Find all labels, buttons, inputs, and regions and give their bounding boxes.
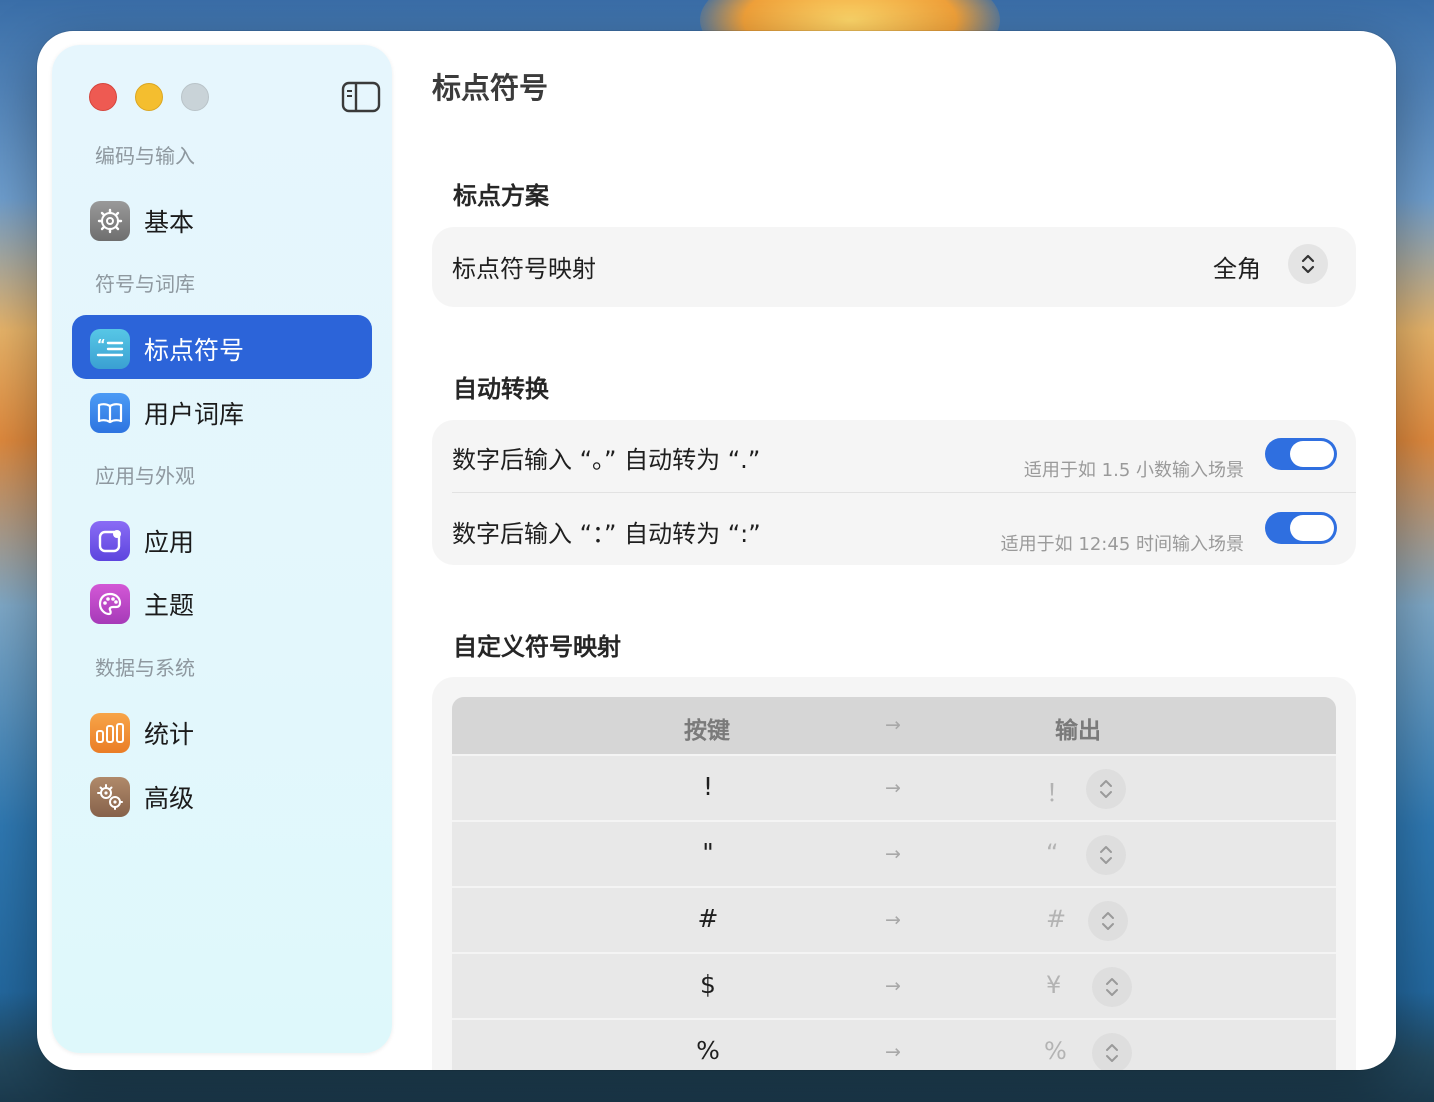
page-title: 标点符号 [432,71,549,105]
mapping-output[interactable]: ！ [1046,773,1070,808]
table-row: " → “ [452,820,1336,886]
chevron-up-down-icon[interactable] [1092,1033,1132,1070]
chevron-up-down-icon[interactable] [1086,769,1126,809]
sidebar-item-label: 应用 [144,528,195,557]
table-row: # → # [452,886,1336,952]
chevron-up-down-icon[interactable] [1092,967,1132,1007]
auto-colon-hint: 适用于如 12:45 时间输入场景 [1000,534,1244,555]
gear-icon [90,201,130,241]
table-header: 按键 → 输出 [452,697,1336,754]
mapping-output[interactable]: “ [1046,839,1058,867]
arrow-icon: → [885,777,901,799]
arrow-icon: → [885,714,901,736]
divider [452,492,1356,493]
chevron-up-down-icon[interactable] [1088,901,1128,941]
settings-window: 编码与输入 基本 符号与词库 “ 标点符号 用户词库 应用与外观 应用 主题 数… [37,31,1396,1070]
section-title-data: 数据与系统 [95,656,195,680]
auto-card: 数字后输入 “。” 自动转为 “.” 适用于如 1.5 小数输入场景 数字后输入… [432,420,1356,565]
punctuation-mapping-label: 标点符号映射 [452,255,596,283]
sidebar-item-statistics[interactable]: 统计 [72,699,372,763]
scheme-group-title: 标点方案 [453,182,549,210]
auto-colon-toggle[interactable] [1265,512,1337,544]
sidebar-item-apps[interactable]: 应用 [72,507,372,571]
arrow-icon: → [885,843,901,865]
zoom-window-button[interactable] [181,83,209,111]
bar-chart-icon [90,713,130,753]
section-title-encoding: 编码与输入 [95,144,195,168]
app-square-icon [90,521,130,561]
palette-icon [90,584,130,624]
quote-list-icon: “ [90,329,130,369]
mapping-output[interactable]: # [1046,905,1066,933]
sidebar-toggle-icon[interactable] [341,81,381,113]
sidebar-item-theme[interactable]: 主题 [72,570,372,634]
close-window-button[interactable] [89,83,117,111]
gears-icon [90,777,130,817]
sidebar: 编码与输入 基本 符号与词库 “ 标点符号 用户词库 应用与外观 应用 主题 数… [52,45,392,1053]
custom-card: 按键 → 输出 ! → ！ " → “ # → # $ → ¥ % → % [432,677,1356,1070]
sidebar-item-label: 标点符号 [144,336,245,365]
column-header-key: 按键 [684,718,730,744]
mapping-output[interactable]: ¥ [1046,971,1061,999]
arrow-icon: → [885,975,901,997]
minimize-window-button[interactable] [135,83,163,111]
sidebar-item-punctuation[interactable]: “ 标点符号 [72,315,372,379]
book-icon [90,393,130,433]
auto-period-hint: 适用于如 1.5 小数输入场景 [1023,460,1244,481]
sidebar-item-label: 主题 [144,591,195,620]
custom-group-title: 自定义符号映射 [453,633,621,661]
mapping-table: 按键 → 输出 ! → ！ " → “ # → # $ → ¥ % → % [452,697,1336,1070]
sidebar-item-user-dictionary[interactable]: 用户词库 [72,379,372,443]
chevron-up-down-icon[interactable] [1288,244,1328,284]
table-row: % → % [452,1018,1336,1070]
arrow-icon: → [885,909,901,931]
punctuation-mapping-value[interactable]: 全角 [1213,249,1261,284]
auto-group-title: 自动转换 [453,375,549,403]
arrow-icon: → [885,1041,901,1063]
sidebar-item-label: 基本 [144,208,195,237]
table-row: ! → ！ [452,754,1336,820]
svg-text:“: “ [97,338,106,353]
section-title-apps: 应用与外观 [95,464,195,488]
sidebar-item-label: 用户词库 [144,400,245,429]
auto-period-toggle[interactable] [1265,438,1337,470]
column-header-output: 输出 [1055,718,1101,744]
chevron-up-down-icon[interactable] [1086,835,1126,875]
section-title-symbols: 符号与词库 [95,272,195,296]
sidebar-item-advanced[interactable]: 高级 [72,763,372,827]
sidebar-item-label: 高级 [144,784,195,813]
sidebar-item-basic[interactable]: 基本 [72,187,372,251]
scheme-card: 标点符号映射 全角 [432,227,1356,307]
auto-colon-label: 数字后输入 “：” 自动转为 “:” [452,520,761,548]
auto-period-label: 数字后输入 “。” 自动转为 “.” [452,446,761,474]
sidebar-item-label: 统计 [144,720,195,749]
mapping-output[interactable]: % [1044,1037,1067,1065]
table-row: $ → ¥ [452,952,1336,1018]
